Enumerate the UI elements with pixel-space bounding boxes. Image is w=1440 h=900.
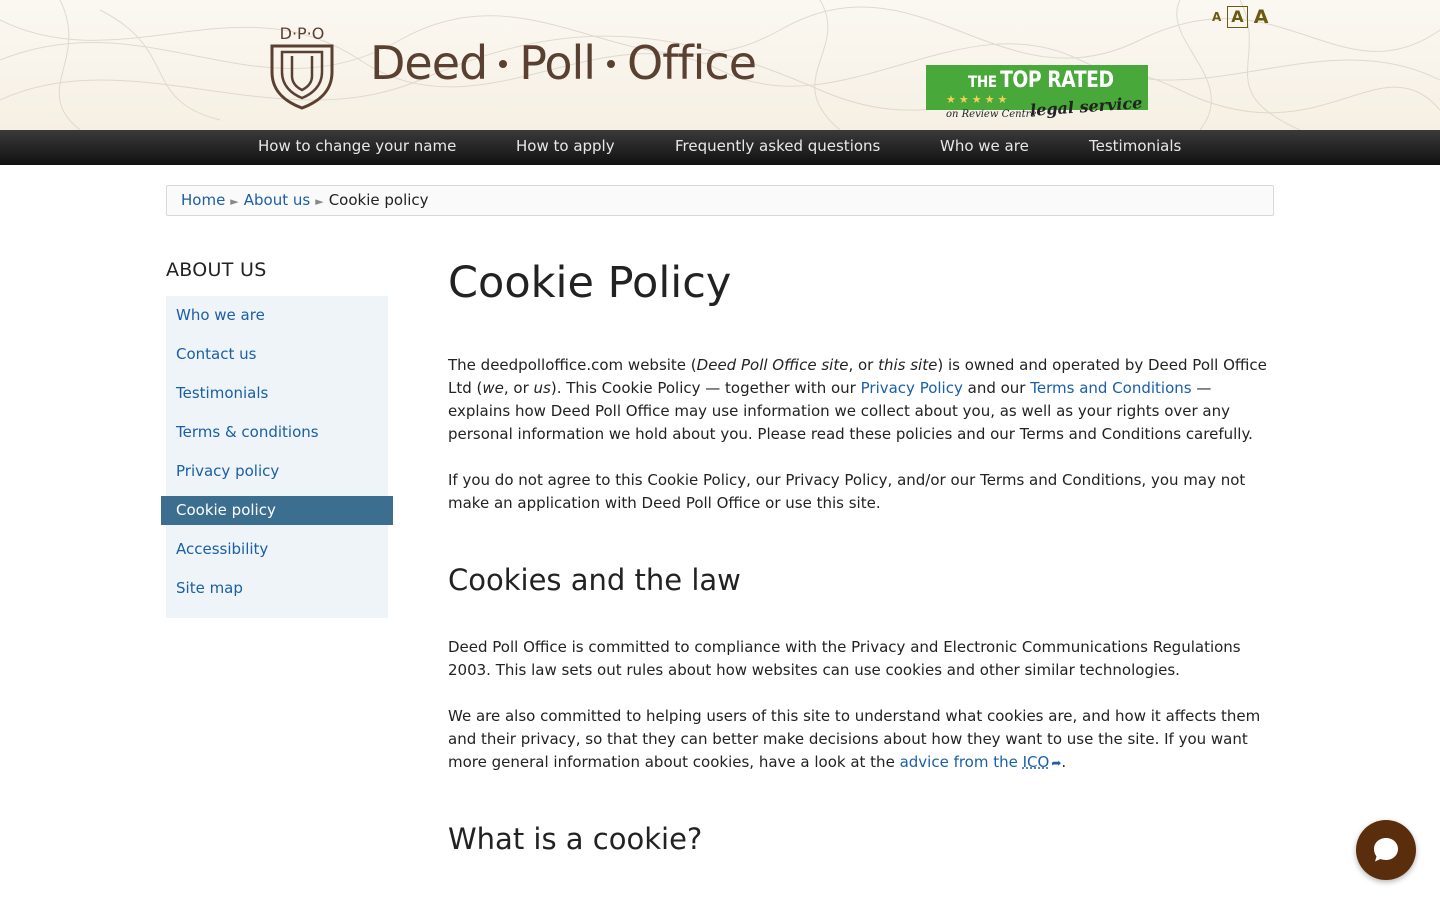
p4-text: .	[1061, 753, 1067, 771]
sidebar-item-privacy-policy[interactable]: Privacy policy	[176, 461, 279, 481]
nav-who-we-are[interactable]: Who we are	[940, 130, 1029, 163]
chat-launcher-button[interactable]	[1356, 820, 1416, 880]
disagree-paragraph: If you do not agree to this Cookie Polic…	[448, 471, 1246, 512]
nav-faq[interactable]: Frequently asked questions	[675, 130, 880, 163]
p1-text: The deedpolloffice.com website (	[448, 356, 697, 374]
sidebar-item-cookie-policy[interactable]: Cookie policy	[161, 496, 393, 525]
breadcrumb-separator-icon: ►	[315, 195, 324, 208]
sidebar-title: ABOUT US	[166, 259, 267, 281]
ico-abbr: ICO	[1022, 753, 1050, 771]
terms-link[interactable]: Terms and Conditions	[1030, 379, 1191, 397]
p1-text: ). This Cookie Policy — together with ou…	[550, 379, 861, 397]
text-size-large-button[interactable]: A	[1252, 6, 1271, 28]
breadcrumb-current: Cookie policy	[328, 191, 429, 209]
dpo-shield-logo[interactable]: D·P·O	[268, 22, 336, 110]
sidebar-item-terms[interactable]: Terms & conditions	[176, 422, 319, 442]
breadcrumb-home[interactable]: Home	[181, 191, 225, 209]
p1-text: , or	[503, 379, 534, 397]
law-paragraph: Deed Poll Office is committed to complia…	[448, 638, 1241, 679]
p1-text: , or	[848, 356, 879, 374]
site-header: D·P·O Deed Poll Office A A A THE TOP RATED …	[0, 0, 1440, 130]
p1-em-this-site: this site	[878, 356, 938, 374]
nav-how-to-change-name[interactable]: How to change your name	[258, 130, 456, 163]
nav-how-to-apply[interactable]: How to apply	[516, 130, 615, 163]
text-size-small-button[interactable]: A	[1210, 8, 1223, 26]
brand-separator-dot	[607, 59, 616, 68]
p4-text: We are also committed to helping users o…	[448, 707, 1261, 771]
brand-separator-dot	[499, 59, 508, 68]
badge-the: THE	[968, 72, 997, 91]
sidebar-item-site-map[interactable]: Site map	[176, 578, 243, 598]
p1-text: and our	[962, 379, 1031, 397]
external-link-icon: ➦	[1051, 756, 1062, 770]
top-rated-badge[interactable]: THE TOP RATED ★★★★★ legal service on Revi…	[926, 65, 1148, 120]
chat-bubble-icon	[1374, 838, 1398, 862]
ico-advice-link[interactable]: advice from the ICO ➦	[900, 753, 1062, 771]
text-size-controls: A A A	[1210, 6, 1270, 28]
p1-em-site: Deed Poll Office site	[696, 356, 849, 374]
badge-top-rated: TOP RATED	[1000, 68, 1114, 93]
breadcrumb-about-us[interactable]: About us	[244, 191, 310, 209]
badge-headline: THE TOP RATED	[968, 68, 1114, 93]
p1-em-we: we	[482, 379, 504, 397]
badge-review-centre: on Review Centre	[946, 109, 1037, 120]
privacy-policy-link[interactable]: Privacy Policy	[861, 379, 963, 397]
intro-paragraph: The deedpolloffice.com website (Deed Pol…	[448, 354, 1278, 446]
brand-word-poll: Poll	[519, 36, 596, 90]
page-title: Cookie Policy	[448, 258, 732, 308]
breadcrumb: Home ► About us ► Cookie policy	[166, 185, 1274, 216]
p1-em-us: us	[533, 379, 551, 397]
sidebar-item-contact-us[interactable]: Contact us	[176, 344, 256, 364]
text-size-medium-button[interactable]: A	[1227, 6, 1248, 28]
ico-paragraph: We are also committed to helping users o…	[448, 705, 1278, 775]
brand-wordmark[interactable]: Deed Poll Office	[370, 36, 757, 90]
sidebar-item-testimonials[interactable]: Testimonials	[176, 383, 268, 403]
sidebar-item-accessibility[interactable]: Accessibility	[176, 539, 268, 559]
badge-stars-icon: ★★★★★	[946, 93, 1011, 106]
sidebar-item-who-we-are[interactable]: Who we are	[176, 305, 265, 325]
ico-link-text: advice from the	[899, 753, 1023, 771]
nav-testimonials[interactable]: Testimonials	[1089, 130, 1181, 163]
main-navigation: How to change your name How to apply Fre…	[0, 130, 1440, 165]
breadcrumb-separator-icon: ►	[230, 195, 239, 208]
brand-word-deed: Deed	[370, 36, 488, 90]
section-heading-cookies-law: Cookies and the law	[448, 563, 741, 597]
brand-word-office: Office	[627, 36, 757, 90]
section-heading-what-is-cookie: What is a cookie?	[448, 822, 703, 856]
logo-monogram: D·P·O	[280, 24, 325, 43]
